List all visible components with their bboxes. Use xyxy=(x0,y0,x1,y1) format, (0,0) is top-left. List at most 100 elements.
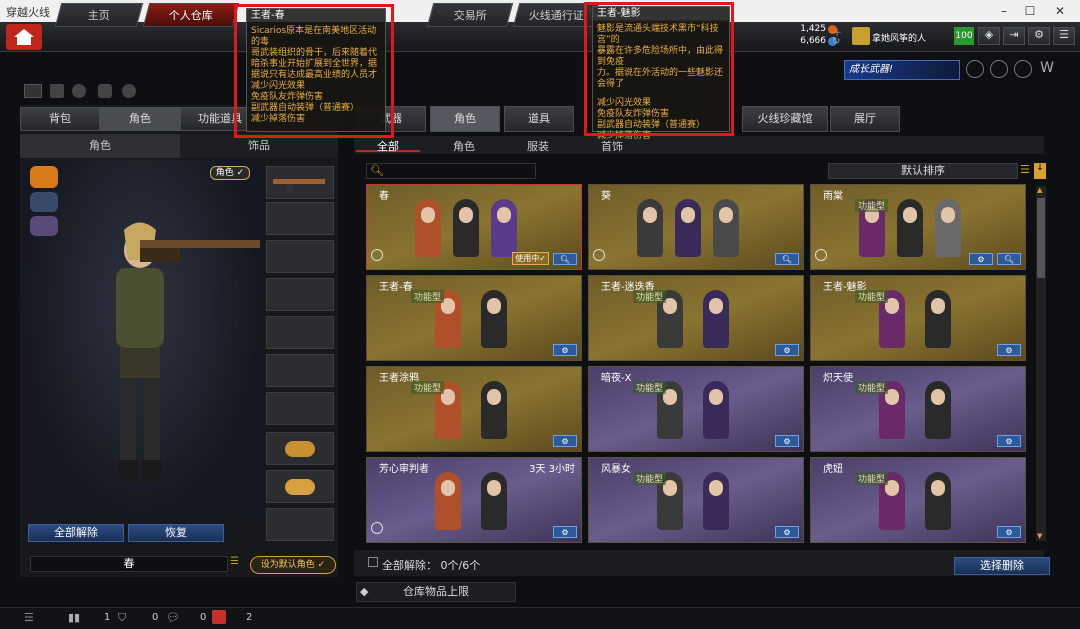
role-badge[interactable]: 角色 ✓ xyxy=(210,166,250,180)
gift-icon[interactable] xyxy=(212,610,226,624)
slot-body[interactable] xyxy=(266,316,334,349)
character-portrait xyxy=(925,290,951,348)
tab-characters[interactable]: 角色 xyxy=(430,106,500,132)
character-card[interactable]: 暗夜-X 功能型 ⚙ xyxy=(588,366,804,452)
storage-limit-button[interactable]: 仓库物品上限 xyxy=(356,582,516,602)
storage-icon[interactable] xyxy=(24,84,42,98)
settings-small-icon[interactable]: ⚙ xyxy=(775,435,799,447)
gear-icon[interactable]: ⚙ xyxy=(1028,27,1050,45)
settings-small-icon[interactable]: ⚙ xyxy=(553,526,577,538)
slot-helmet[interactable] xyxy=(266,202,334,235)
character-type-icon-1[interactable] xyxy=(30,166,58,188)
subtab-character[interactable]: 角色 xyxy=(20,134,180,158)
character-card[interactable]: 风暴女 功能型 ⚙ xyxy=(588,457,804,543)
portrait-face xyxy=(931,389,945,405)
chat-icon[interactable]: 💬︎ xyxy=(166,611,180,624)
character-card[interactable]: 葵 🔍︎ xyxy=(588,184,804,270)
magnify-icon[interactable]: 🔍︎ xyxy=(553,253,577,265)
tab-character[interactable]: 角色 xyxy=(100,107,180,131)
slot-weapon[interactable] xyxy=(266,166,334,199)
logo-icon[interactable]: W xyxy=(1038,60,1056,78)
avatar[interactable] xyxy=(852,27,870,45)
slot-extra[interactable] xyxy=(266,508,334,541)
shield-bottom-icon[interactable]: ⛉ xyxy=(118,611,126,625)
growth-weapon-banner[interactable]: 成长武器! xyxy=(844,60,960,80)
tab-personal-storage[interactable]: 个人仓库 xyxy=(142,3,240,27)
highlight-box-1 xyxy=(234,4,394,138)
badge-icon-2[interactable] xyxy=(990,60,1008,78)
mouse-icon[interactable] xyxy=(122,84,136,98)
character-name-field[interactable]: 春 xyxy=(30,556,228,572)
refresh-icon[interactable]: ↻ xyxy=(832,36,842,47)
magnify-icon[interactable]: 🔍︎ xyxy=(775,253,799,265)
tab-collection-hall[interactable]: 火线珍藏馆 xyxy=(742,106,828,132)
character-card[interactable]: 王者涂鸦 功能型 ⚙ xyxy=(366,366,582,452)
slot-vest[interactable] xyxy=(266,278,334,311)
settings-small-icon[interactable]: ⚙ xyxy=(553,435,577,447)
settings-small-icon[interactable]: ⚙ xyxy=(997,526,1021,538)
badge-icon-1[interactable] xyxy=(966,60,984,78)
filter-clothing[interactable]: 服装 xyxy=(506,138,570,153)
select-delete-button[interactable]: 选择删除 xyxy=(954,557,1050,575)
character-card[interactable]: 芳心审判者 3天 3小时 ⚙ xyxy=(366,457,582,543)
settings-small-icon[interactable]: ⚙ xyxy=(553,344,577,356)
list-icon[interactable]: ☰ xyxy=(230,556,244,572)
exit-icon[interactable]: ⇥ xyxy=(1003,27,1025,45)
tab-home[interactable]: 主页 xyxy=(54,3,144,27)
tab-backpack[interactable]: 背包 xyxy=(20,107,100,131)
character-type-icon-3[interactable] xyxy=(30,216,58,236)
sort-dropdown[interactable]: 默认排序 xyxy=(828,163,1018,179)
portrait-face xyxy=(681,207,695,223)
shield-icon[interactable]: ◈ xyxy=(978,27,1000,45)
tab-showroom[interactable]: 展厅 xyxy=(830,106,900,132)
friends-icon[interactable]: ▮▮ xyxy=(68,611,80,624)
slot-shorts[interactable] xyxy=(266,392,334,425)
slot-goggles[interactable] xyxy=(266,240,334,273)
character-card[interactable]: 春使用中✓ 🔍︎ xyxy=(366,184,582,270)
sort-direction-icon[interactable]: ↓ xyxy=(1034,163,1046,179)
character-card[interactable]: 王者-迷迭香 功能型 ⚙ xyxy=(588,275,804,361)
settings-icon[interactable] xyxy=(98,84,112,98)
close-window-button[interactable]: ✕ xyxy=(1046,2,1074,20)
cycle-icon[interactable] xyxy=(72,84,86,98)
list-view-icon[interactable]: ☰ xyxy=(1020,163,1032,179)
filter-all[interactable]: 全部 xyxy=(356,138,420,153)
bottom-bar xyxy=(0,607,1080,629)
character-portrait xyxy=(481,472,507,530)
slot-pouch[interactable] xyxy=(266,354,334,387)
character-portrait xyxy=(935,199,961,257)
character-card[interactable]: 虎妞 功能型 ⚙ xyxy=(810,457,1026,543)
filter-character[interactable]: 角色 xyxy=(432,138,496,153)
character-card[interactable]: 王者-春 功能型 ⚙ xyxy=(366,275,582,361)
maximize-button[interactable]: ☐ xyxy=(1016,2,1044,20)
unequip-count: 全部解除： 0个/6个 xyxy=(382,559,481,572)
character-card[interactable]: 王者-魅影 功能型 ⚙ xyxy=(810,275,1026,361)
settings-small-icon[interactable]: ⚙ xyxy=(997,435,1021,447)
character-card[interactable]: 雨棠 功能型 ⚙ 🔍︎ xyxy=(810,184,1026,270)
scroll-up-icon[interactable]: ▲ xyxy=(1037,186,1045,194)
magnify-icon[interactable]: 🔍︎ xyxy=(997,253,1021,265)
slot-grenade-2[interactable] xyxy=(266,470,334,503)
menu-icon[interactable]: ☰ xyxy=(1053,27,1075,45)
character-card[interactable]: 炽天使 功能型 ⚙ xyxy=(810,366,1026,452)
character-type-icon-2[interactable] xyxy=(30,192,58,212)
search-input[interactable] xyxy=(366,163,536,179)
settings-small-icon[interactable]: ⚙ xyxy=(997,344,1021,356)
unequip-all-button[interactable]: 全部解除 xyxy=(28,524,124,542)
home-icon[interactable] xyxy=(6,24,42,50)
restore-button[interactable]: 恢复 xyxy=(128,524,224,542)
tab-exchange[interactable]: 交易所 xyxy=(426,3,514,27)
settings-small-icon[interactable]: ⚙ xyxy=(775,344,799,356)
tab-items[interactable]: 道具 xyxy=(504,106,574,132)
badge-icon-3[interactable] xyxy=(1014,60,1032,78)
settings-small-icon[interactable]: ⚙ xyxy=(775,526,799,538)
scroll-down-icon[interactable]: ▼ xyxy=(1037,532,1045,540)
scrollbar-thumb[interactable] xyxy=(1037,198,1045,278)
menu-bottom-icon[interactable]: ☰ xyxy=(24,611,34,624)
set-default-character-button[interactable]: 设为默认角色 ✓ xyxy=(250,556,336,574)
checkbox-icon[interactable] xyxy=(368,557,378,567)
stats-icon[interactable] xyxy=(50,84,64,98)
slot-grenade-1[interactable] xyxy=(266,432,334,465)
settings-small-icon[interactable]: ⚙ xyxy=(969,253,993,265)
minimize-button[interactable]: – xyxy=(990,2,1018,20)
